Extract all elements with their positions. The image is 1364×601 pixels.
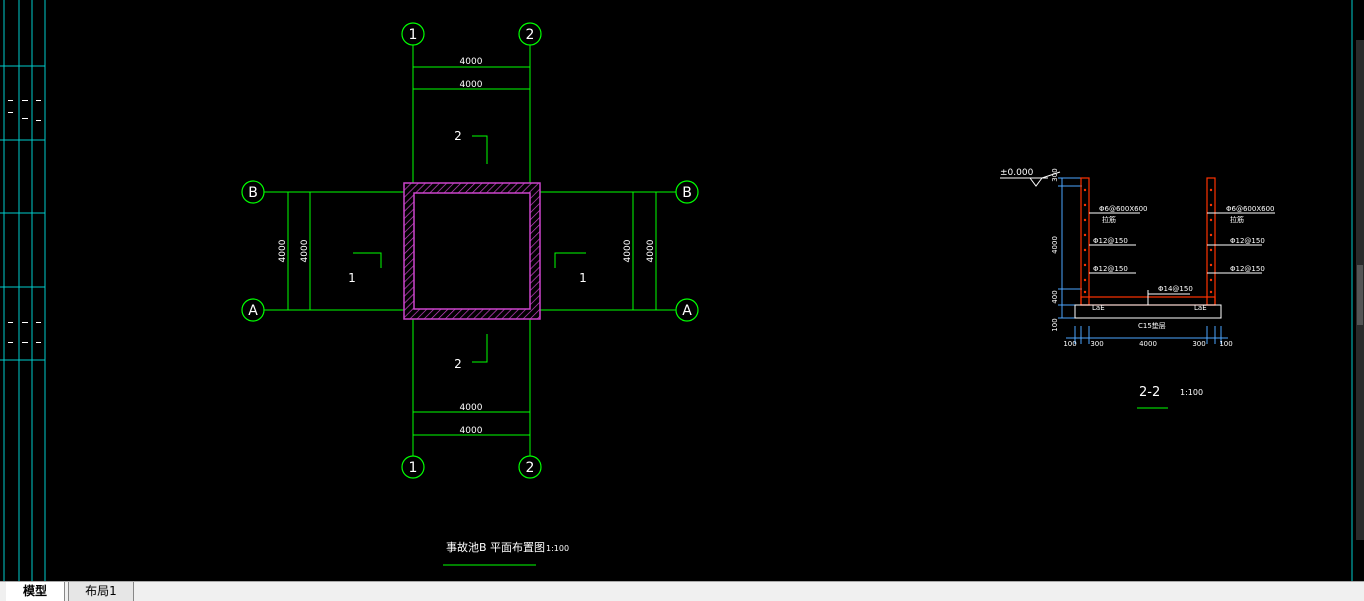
tank-wall: [403, 182, 541, 320]
section-mark-left: 1: [348, 271, 356, 285]
label-right-mid2: Φ12@150: [1230, 265, 1265, 273]
level-text: ±0.000: [1000, 168, 1034, 178]
label-left-top-sub: 拉筋: [1102, 215, 1116, 224]
drawing-canvas[interactable]: 1 2 1 2 B A B A 4000 4000 4000 4000 4000…: [0, 0, 1364, 581]
dim-right-1: 4000: [623, 239, 633, 262]
sec-dim-left-4000: 4000: [1051, 236, 1059, 254]
axis-label-1-bottom: 1: [409, 460, 418, 476]
viewport-scrollbar[interactable]: [1356, 40, 1364, 540]
label-right-mid1: Φ12@150: [1230, 237, 1265, 245]
layout-tab-bar: 模型 布局1: [0, 581, 1364, 601]
label-left-mid2: Φ12@150: [1093, 265, 1128, 273]
sec-dim-left-100: 100: [1051, 318, 1059, 331]
sec-dim-bottom-300a: 300: [1090, 340, 1103, 348]
dim-top-1: 4000: [460, 57, 483, 67]
dim-left-1: 4000: [278, 239, 288, 262]
tab-layout1[interactable]: 布局1: [68, 582, 134, 601]
section-title: 2-2: [1139, 385, 1160, 400]
dim-left-2: 4000: [300, 239, 310, 262]
plan-view: 1 2 1 2 B A B A 4000 4000 4000 4000 4000…: [241, 22, 699, 566]
title-block-frame: [0, 0, 46, 581]
label-lae-right: LaE: [1194, 304, 1207, 312]
axis-label-2-bottom: 2: [526, 460, 535, 476]
section-scale: 1:100: [1180, 388, 1203, 397]
section-mark-bottom: 2: [454, 357, 462, 371]
plan-title: 事故池B 平面布置图: [446, 540, 545, 554]
section-mark-top: 2: [454, 129, 462, 143]
label-left-top: Φ6@600X600: [1099, 205, 1147, 213]
title-block-marks: [8, 100, 41, 343]
axis-label-b-right: B: [682, 185, 692, 201]
sec-dim-left-400: 400: [1051, 290, 1059, 303]
axis-label-a-left: A: [248, 303, 258, 319]
dim-bottom-2: 4000: [460, 426, 483, 436]
label-base: C15垫层: [1138, 321, 1166, 330]
label-left-mid1: Φ12@150: [1093, 237, 1128, 245]
label-lae-left: LaE: [1092, 304, 1105, 312]
dim-top-2: 4000: [460, 80, 483, 90]
label-right-top: Φ6@600X600: [1226, 205, 1274, 213]
dim-bottom-1: 4000: [460, 403, 483, 413]
tab-model[interactable]: 模型: [6, 582, 65, 601]
axis-label-2-top: 2: [526, 27, 535, 43]
plan-scale: 1:100: [546, 544, 569, 553]
sec-dim-bottom-100a: 100: [1063, 340, 1076, 348]
label-bottom-rebar: Φ14@150: [1158, 285, 1193, 293]
sec-dim-bottom-100b: 100: [1219, 340, 1232, 348]
section-mark-right: 1: [579, 271, 587, 285]
sec-dim-bottom-4000: 4000: [1139, 340, 1157, 348]
dim-right-2: 4000: [646, 239, 656, 262]
label-right-top-sub: 拉筋: [1230, 215, 1244, 224]
grid-lines: [264, 45, 676, 456]
axis-label-1-top: 1: [409, 27, 418, 43]
axis-label-a-right: A: [682, 303, 692, 319]
axis-label-b-left: B: [248, 185, 258, 201]
section-view: ±0.000 300 4000 400 100 Φ6@600X600 拉筋 Φ6…: [1000, 168, 1275, 409]
sec-dim-left-300: 300: [1051, 168, 1059, 181]
sec-dim-bottom-300b: 300: [1192, 340, 1205, 348]
